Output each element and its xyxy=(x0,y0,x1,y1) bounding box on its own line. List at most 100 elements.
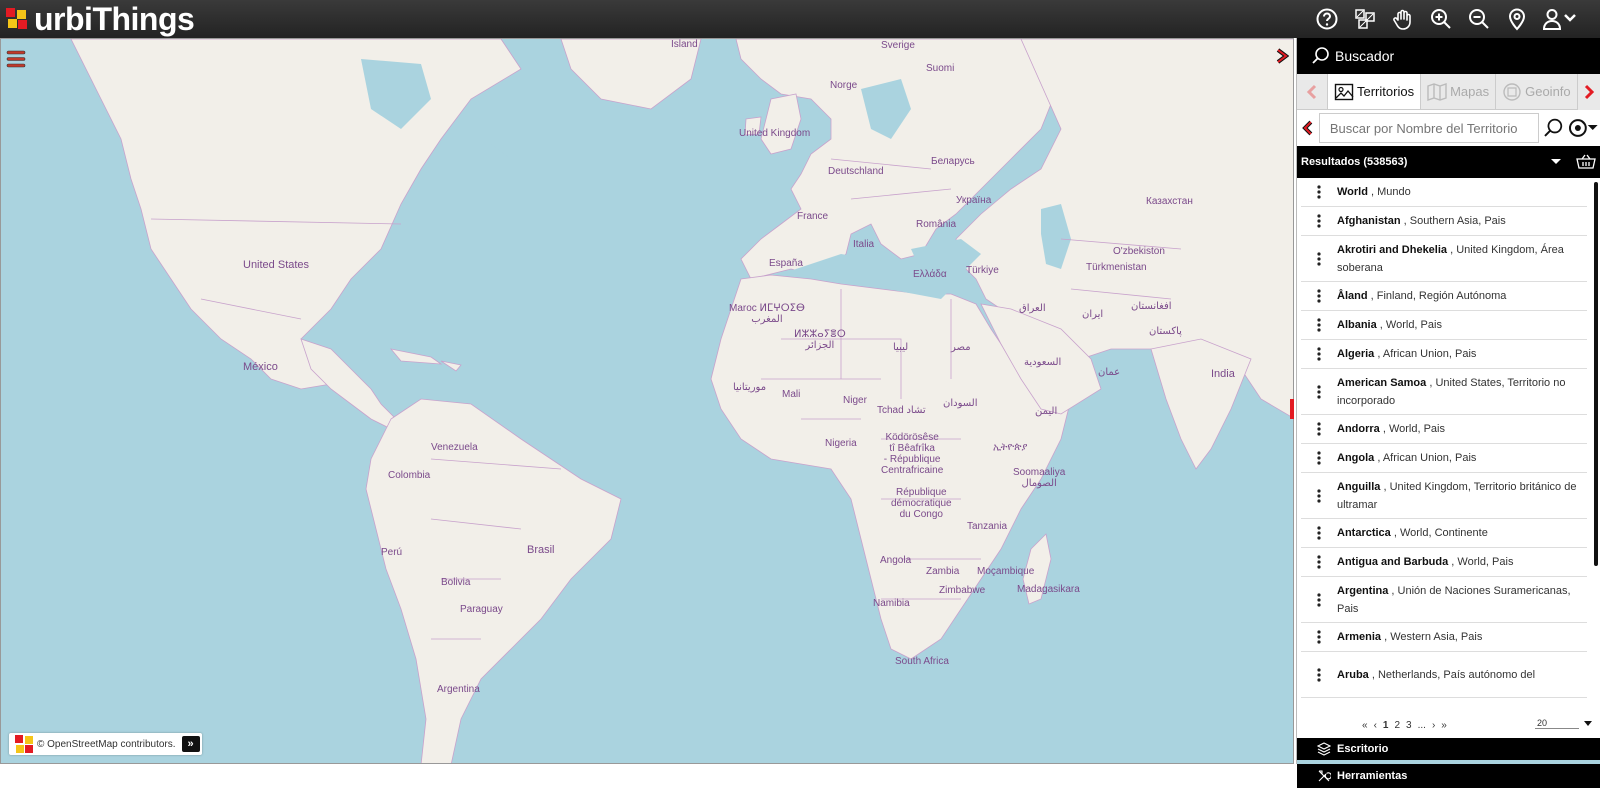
result-row[interactable]: World , Mundo xyxy=(1301,178,1587,207)
pager-page-1[interactable]: 1 xyxy=(1383,720,1389,731)
result-text: Argentina , Unión de Naciones Suramerica… xyxy=(1337,582,1587,618)
pager-page-2[interactable]: 2 xyxy=(1394,720,1400,731)
row-menu-icon[interactable] xyxy=(1301,318,1337,332)
result-name: American Samoa xyxy=(1337,376,1427,389)
result-row[interactable]: Anguilla , United Kingdom, Territorio br… xyxy=(1301,473,1587,519)
result-text: Akrotiri and Dhekelia , United Kingdom, … xyxy=(1337,241,1587,277)
tabs-prev-arrow-icon[interactable] xyxy=(1297,74,1327,109)
zoom-in-icon[interactable] xyxy=(1428,6,1454,32)
page-size-chevron-icon[interactable] xyxy=(1583,720,1593,728)
panel-header: Buscador xyxy=(1297,38,1600,74)
section-herramientas[interactable]: Herramientas xyxy=(1297,764,1600,788)
map-label-yemen: اليمن xyxy=(1035,406,1058,417)
row-menu-icon[interactable] xyxy=(1301,451,1337,465)
result-row[interactable]: Algeria , African Union, Pais xyxy=(1301,340,1587,369)
app-logo[interactable]: urbiThings xyxy=(0,0,195,38)
row-menu-icon[interactable] xyxy=(1301,422,1337,436)
map-label-ellada: Ελλάδα xyxy=(913,269,947,280)
pager-prev[interactable]: ‹ xyxy=(1374,720,1377,731)
tab-mapas[interactable]: Mapas xyxy=(1421,74,1497,109)
results-dropdown-icon[interactable] xyxy=(1550,158,1562,166)
result-row[interactable]: Akrotiri and Dhekelia , United Kingdom, … xyxy=(1301,236,1587,282)
row-menu-icon[interactable] xyxy=(1301,555,1337,569)
result-row[interactable]: Antarctica , World, Continente xyxy=(1301,519,1587,548)
result-text: Andorra , World, Pais xyxy=(1337,420,1445,438)
row-menu-icon[interactable] xyxy=(1301,526,1337,540)
result-text: Algeria , African Union, Pais xyxy=(1337,345,1476,363)
tabs-next-arrow-icon[interactable] xyxy=(1578,74,1600,110)
layers-switch-icon[interactable] xyxy=(1352,6,1378,32)
result-detail: , African Union, Pais xyxy=(1377,348,1477,360)
row-menu-icon[interactable] xyxy=(1301,630,1337,644)
basket-icon[interactable] xyxy=(1576,154,1596,170)
result-row[interactable]: Argentina , Unión de Naciones Suramerica… xyxy=(1301,577,1587,623)
result-row[interactable]: Andorra , World, Pais xyxy=(1301,415,1587,444)
row-menu-icon[interactable] xyxy=(1301,251,1337,266)
result-row[interactable]: Afghanistan , Southern Asia, Pais xyxy=(1301,207,1587,236)
row-menu-icon[interactable] xyxy=(1301,185,1337,199)
map-label-paraguay: Paraguay xyxy=(460,604,503,615)
search-row xyxy=(1297,110,1600,146)
result-row[interactable]: Antigua and Barbuda , World, Pais xyxy=(1301,548,1587,577)
result-name: Åland xyxy=(1337,290,1368,302)
results-scrollbar[interactable] xyxy=(1594,182,1598,566)
map-label-zimbabwe: Zimbabwe xyxy=(939,585,986,596)
result-row[interactable]: American Samoa , United States, Territor… xyxy=(1301,369,1587,415)
result-row[interactable]: Åland , Finland, Región Autónoma xyxy=(1301,282,1587,311)
attribution-toggle-button[interactable]: » xyxy=(181,736,200,752)
results-header: Resultados (538563) xyxy=(1297,146,1600,178)
result-name: Antarctica xyxy=(1337,527,1391,539)
result-name: Andorra xyxy=(1337,423,1380,435)
row-menu-icon[interactable] xyxy=(1301,592,1337,607)
row-menu-icon[interactable] xyxy=(1301,384,1337,399)
pager-page-3[interactable]: 3 xyxy=(1406,720,1412,731)
result-name: Armenia xyxy=(1337,631,1382,643)
search-panel: Buscador Territorios Mapas Geoinfo Resul… xyxy=(1296,38,1600,788)
row-menu-icon[interactable] xyxy=(1301,289,1337,303)
section-escritorio[interactable]: Escritorio xyxy=(1297,738,1600,760)
tab-geoinfo[interactable]: Geoinfo xyxy=(1496,74,1579,109)
search-back-arrow-icon[interactable] xyxy=(1301,120,1315,136)
map-label-turkmenistan: Türkmenistan xyxy=(1086,262,1147,273)
collapse-panel-arrow-icon[interactable] xyxy=(1275,48,1290,64)
search-submit-icon[interactable] xyxy=(1543,117,1565,139)
pager-next[interactable]: › xyxy=(1432,720,1435,731)
map-label-saudi: السعودية xyxy=(1024,357,1062,368)
result-row[interactable]: Aruba , Netherlands, País autónomo del xyxy=(1301,652,1587,698)
location-pin-icon[interactable] xyxy=(1504,6,1530,32)
map-label-iraq: العراق xyxy=(1019,303,1046,314)
result-row[interactable]: Armenia , Western Asia, Pais xyxy=(1301,623,1587,652)
row-menu-icon[interactable] xyxy=(1301,488,1337,503)
user-menu-icon[interactable] xyxy=(1542,6,1578,32)
map-canvas[interactable]: Island Sverige Suomi Norge United Kingdo… xyxy=(0,38,1294,764)
map-label-belarus: Беларусь xyxy=(931,156,975,167)
zoom-out-icon[interactable] xyxy=(1466,6,1492,32)
layers-icon xyxy=(1317,742,1331,756)
row-menu-icon[interactable] xyxy=(1301,667,1337,682)
result-row[interactable]: Albania , World, Pais xyxy=(1301,311,1587,340)
result-name: Afghanistan xyxy=(1337,215,1401,227)
help-icon[interactable] xyxy=(1314,6,1340,32)
row-menu-icon[interactable] xyxy=(1301,347,1337,361)
map-label-deutschland: Deutschland xyxy=(828,166,884,177)
territory-search-input[interactable] xyxy=(1318,113,1539,143)
map-label-drc: République démocratique du Congo xyxy=(891,487,952,520)
map-label-peru: Perú xyxy=(381,547,403,558)
pager-last[interactable]: » xyxy=(1441,720,1447,731)
result-row[interactable]: Angola , African Union, Pais xyxy=(1301,444,1587,473)
row-menu-icon[interactable] xyxy=(1301,214,1337,228)
page-size-select[interactable]: 20 xyxy=(1535,718,1579,729)
map-menu-icon[interactable] xyxy=(6,49,26,69)
map-label-mexico: México xyxy=(243,361,278,373)
pager-first[interactable]: « xyxy=(1362,720,1368,731)
result-name: World xyxy=(1337,186,1368,198)
map-label-bolivia: Bolivia xyxy=(441,577,471,588)
advanced-search-icon[interactable] xyxy=(1568,117,1598,139)
pan-hand-icon[interactable] xyxy=(1390,6,1416,32)
result-name: Angola xyxy=(1337,452,1375,464)
tab-territorios[interactable]: Territorios xyxy=(1327,74,1422,109)
result-detail: , African Union, Pais xyxy=(1377,452,1477,464)
result-name: Akrotiri and Dhekelia xyxy=(1337,243,1448,256)
map-label-nigeria: Nigeria xyxy=(825,438,857,449)
result-text: Åland , Finland, Región Autónoma xyxy=(1337,287,1506,305)
